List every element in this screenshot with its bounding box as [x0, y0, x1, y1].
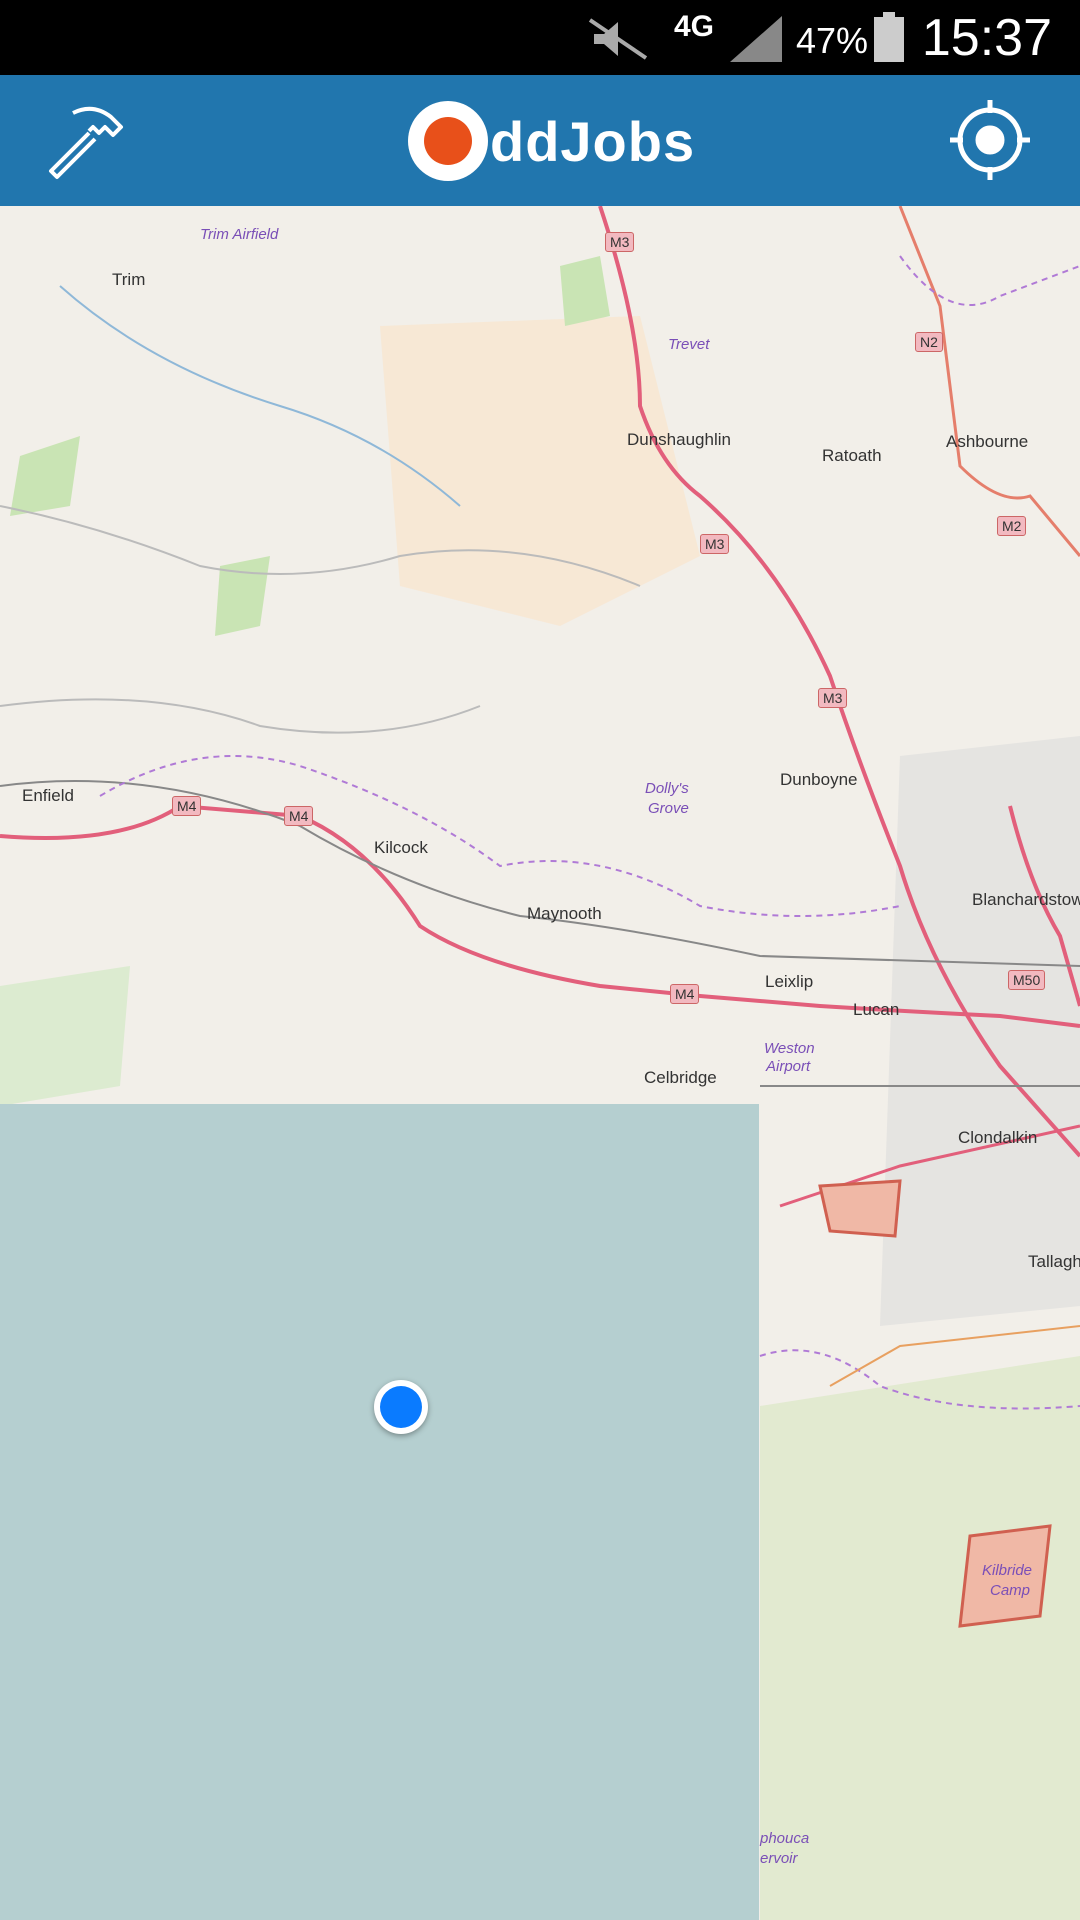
map-place-label: Leixlip [765, 972, 814, 991]
road-shield: M3 [605, 232, 635, 252]
road-shield: M3 [700, 534, 730, 554]
map-place-label: Trim [112, 270, 146, 289]
road-shield: M4 [284, 806, 314, 826]
map-place-label: Clondalkin [958, 1128, 1038, 1147]
map-place-label: Ashbourne [946, 432, 1029, 451]
map-place-label: Maynooth [527, 904, 602, 923]
signal-icon [730, 16, 782, 62]
road-shield: M50 [1008, 970, 1046, 990]
map-place-label: Grove [648, 800, 689, 817]
map-view[interactable]: Trim Trim Airfield Trevet Dunshaughlin R… [0, 206, 1080, 1920]
map-place-label: Kilcock [374, 838, 428, 857]
map-place-label: Tallagh [1028, 1252, 1080, 1271]
road-shield: M2 [997, 516, 1027, 536]
locate-icon [950, 100, 1030, 180]
map-place-label: Dolly's [645, 780, 689, 797]
map-place-label: Camp [990, 1582, 1031, 1599]
clock: 15:37 [921, 9, 1052, 67]
map-missing-tile [0, 1104, 759, 1920]
road-shield: M4 [172, 796, 202, 816]
locate-button[interactable] [940, 90, 1040, 190]
map-place-label: Trim Airfield [200, 226, 279, 243]
map-place-label: Weston [764, 1040, 815, 1057]
app-title: ddJobs [490, 109, 696, 173]
map-place-label: Trevet [668, 336, 710, 353]
map-place-label: Blanchardstow [972, 890, 1080, 909]
status-bar: 4G 47% 15:37 [0, 0, 1080, 75]
map-place-label: Dunboyne [780, 770, 858, 789]
map-place-label: phouca [760, 1830, 810, 1847]
battery-percent: 47% [796, 20, 869, 61]
network-type: 4G [674, 10, 715, 43]
tools-button[interactable] [38, 90, 138, 190]
battery-icon [874, 12, 904, 62]
app-logo: ddJobs [408, 101, 695, 181]
road-shield: N2 [915, 332, 943, 352]
mute-icon [588, 18, 648, 60]
map-place-label: Celbridge [644, 1068, 717, 1087]
map-place-label: ervoir [760, 1850, 798, 1867]
map-place-label: Kilbride [982, 1562, 1033, 1579]
map-place-label: Enfield [22, 786, 74, 805]
logo-o-icon [408, 101, 488, 181]
road-shield: M4 [670, 984, 700, 1004]
current-location-dot [374, 1380, 428, 1434]
map-place-label: Lucan [853, 1000, 900, 1019]
map-place-label: Ratoath [822, 446, 882, 465]
hammer-icon [49, 106, 123, 179]
map-place-label: Dunshaughlin [627, 430, 731, 449]
map-place-label: Airport [766, 1058, 811, 1075]
road-shield: M3 [818, 688, 848, 708]
